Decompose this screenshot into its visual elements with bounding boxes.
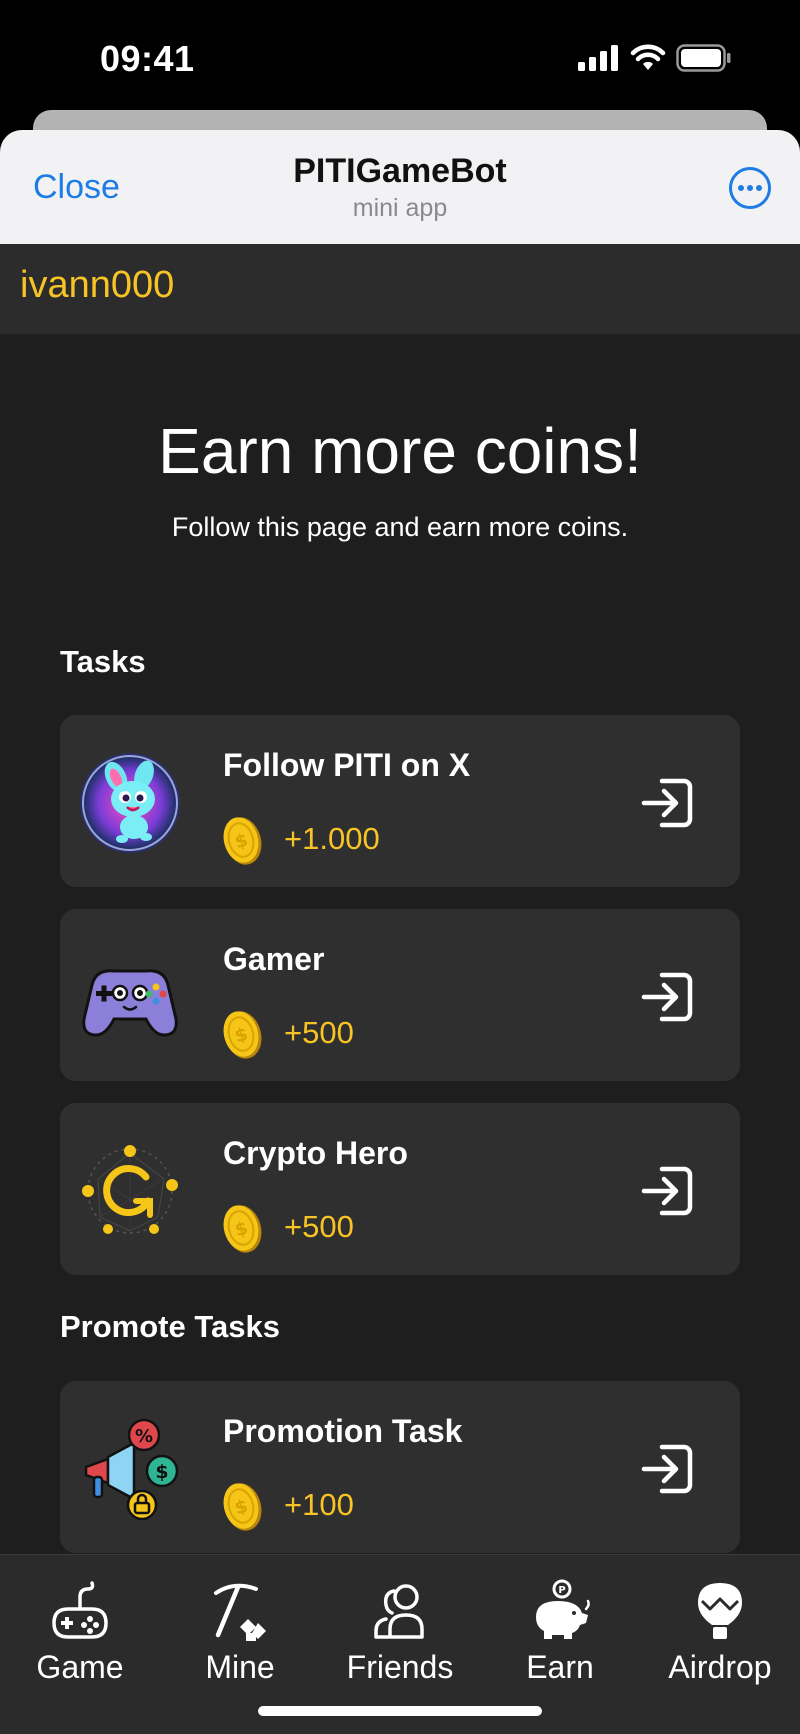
tasks-section-title: Tasks: [60, 644, 146, 679]
status-bar: 09:41: [0, 0, 800, 118]
friends-icon: [374, 1584, 424, 1639]
status-time: 09:41: [100, 38, 195, 79]
piti-mascot-icon: [80, 753, 180, 853]
nav-label: Earn: [526, 1649, 594, 1685]
bot-subtitle: mini app: [352, 194, 448, 222]
joystick-icon: [52, 1581, 108, 1639]
more-options-icon[interactable]: [728, 166, 772, 210]
svg-text:P: P: [558, 1585, 565, 1596]
coin-icon: $: [223, 1483, 262, 1531]
nav-label: Airdrop: [668, 1649, 772, 1685]
task-card-follow-piti[interactable]: Follow PITI on X $ +1.000: [60, 715, 740, 887]
coin-icon: $: [223, 1205, 262, 1253]
promote-tasks-section-title: Promote Tasks: [60, 1309, 280, 1344]
piggy-bank-icon: P: [536, 1579, 590, 1639]
task-card-gamer[interactable]: Gamer $ +500: [60, 909, 740, 1081]
nav-item-airdrop[interactable]: Airdrop: [640, 1555, 800, 1705]
nav-item-mine[interactable]: Mine: [160, 1555, 320, 1705]
task-reward: +100: [284, 1487, 354, 1522]
task-title: Crypto Hero: [223, 1135, 408, 1171]
task-title: Gamer: [223, 941, 325, 977]
home-indicator: [258, 1706, 542, 1716]
nav-item-game[interactable]: Game: [0, 1555, 160, 1705]
username: ivann000: [20, 264, 175, 306]
gamepad-icon: [82, 969, 178, 1037]
enter-arrow-icon[interactable]: [640, 969, 696, 1025]
pickaxe-icon: [214, 1583, 266, 1641]
task-title: Promotion Task: [223, 1413, 463, 1449]
wifi-icon: [630, 44, 666, 70]
enter-arrow-icon[interactable]: [640, 775, 696, 831]
megaphone-icon: % $: [84, 1418, 179, 1521]
task-card-crypto-hero[interactable]: Crypto Hero $ +500: [60, 1103, 740, 1275]
page-subheadline: Follow this page and earn more coins.: [171, 512, 629, 542]
task-reward: +500: [284, 1209, 354, 1244]
nav-item-friends[interactable]: Friends: [320, 1555, 480, 1705]
status-icons: [578, 44, 732, 72]
task-card-promotion[interactable]: % $ Promotion Task $ +100: [60, 1381, 740, 1553]
user-bar: ivann000: [0, 244, 800, 334]
coin-icon: $: [223, 817, 262, 865]
battery-icon: [676, 44, 731, 72]
enter-arrow-icon[interactable]: [640, 1441, 696, 1497]
task-reward: +500: [284, 1015, 354, 1050]
nav-item-earn[interactable]: P Earn: [480, 1555, 640, 1705]
crypto-hero-icon: [82, 1145, 178, 1234]
mini-app-header: Close PITIGameBot mini app: [0, 130, 800, 244]
cellular-signal-icon: [578, 45, 618, 71]
bot-title: PITIGameBot: [293, 152, 507, 190]
task-title: Follow PITI on X: [223, 747, 471, 783]
nav-label: Mine: [205, 1649, 275, 1685]
task-reward: +1.000: [284, 821, 380, 856]
earn-page: ivann000 Earn more coins! Follow this pa…: [0, 244, 800, 1554]
nav-label: Friends: [346, 1649, 454, 1685]
balloon-icon: [698, 1583, 742, 1639]
page-headline: Earn more coins!: [158, 415, 642, 487]
nav-label: Game: [36, 1649, 124, 1685]
coin-icon: $: [223, 1011, 262, 1059]
enter-arrow-icon[interactable]: [640, 1163, 696, 1219]
svg-text:$: $: [155, 1461, 168, 1483]
svg-text:%: %: [135, 1426, 153, 1447]
